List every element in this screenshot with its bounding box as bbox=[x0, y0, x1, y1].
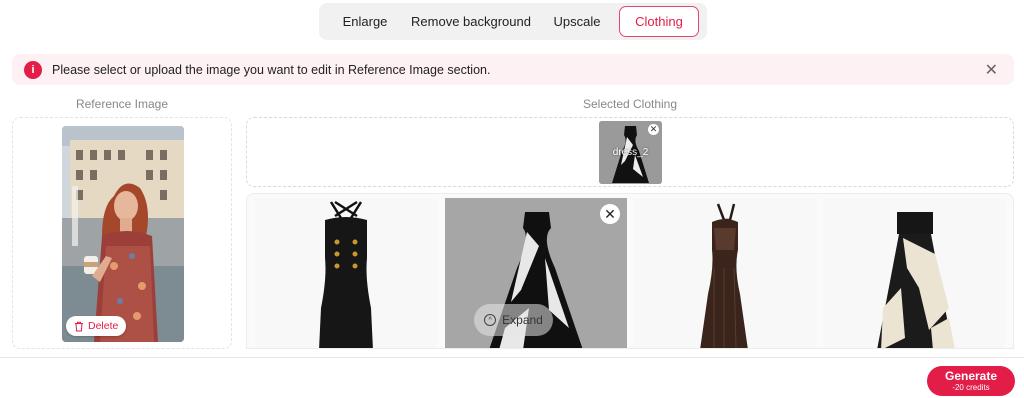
tab-clothing[interactable]: Clothing bbox=[619, 6, 699, 37]
clothing-card-selected[interactable]: ✕ ^ Expand bbox=[445, 198, 627, 348]
expand-button[interactable]: ^ Expand bbox=[474, 304, 553, 336]
clothing-gallery: ✕ ^ Expand bbox=[246, 193, 1014, 349]
delete-label: Delete bbox=[88, 320, 119, 332]
clothing-card[interactable] bbox=[634, 198, 816, 348]
clothing-card[interactable] bbox=[255, 198, 437, 348]
alert-banner: i Please select or upload the image you … bbox=[12, 54, 1014, 85]
close-icon[interactable]: ✕ bbox=[600, 204, 620, 224]
black-cream-ruffled-gown-image bbox=[823, 198, 1005, 348]
black-strappy-dress-image bbox=[255, 198, 437, 348]
bottom-bar bbox=[0, 357, 1024, 398]
generate-label: Generate bbox=[944, 369, 998, 383]
alert-message: Please select or upload the image you wa… bbox=[52, 62, 491, 77]
reference-image-panel: Delete bbox=[12, 117, 232, 349]
trash-icon bbox=[75, 321, 83, 331]
clothing-card[interactable] bbox=[823, 198, 1005, 348]
remove-selected-icon[interactable]: ✕ bbox=[648, 124, 659, 135]
tab-enlarge[interactable]: Enlarge bbox=[323, 6, 407, 37]
chevron-up-icon: ^ bbox=[484, 314, 497, 326]
delete-button[interactable]: Delete bbox=[66, 316, 127, 336]
brown-lace-halter-gown-image bbox=[634, 198, 816, 348]
expand-label: Expand bbox=[502, 313, 543, 327]
close-icon[interactable]: ✕ bbox=[985, 60, 998, 80]
info-icon: i bbox=[24, 60, 42, 79]
reference-photo: Delete bbox=[62, 126, 184, 342]
reference-photo-illustration bbox=[62, 126, 184, 342]
selected-item-label: dress_2 bbox=[612, 147, 649, 158]
generate-credits: -20 credits bbox=[952, 383, 990, 392]
tab-upscale[interactable]: Upscale bbox=[535, 6, 619, 37]
tool-tabs: Enlarge Remove background Upscale Clothi… bbox=[319, 3, 707, 40]
selected-clothing-title: Selected Clothing bbox=[582, 97, 678, 111]
reference-image-title: Reference Image bbox=[75, 97, 169, 111]
tab-remove-background[interactable]: Remove background bbox=[407, 6, 535, 37]
selected-clothing-item[interactable]: dress_2 ✕ bbox=[599, 121, 662, 184]
selected-clothing-slot: dress_2 ✕ bbox=[246, 117, 1014, 187]
generate-button[interactable]: Generate -20 credits bbox=[927, 366, 1015, 396]
